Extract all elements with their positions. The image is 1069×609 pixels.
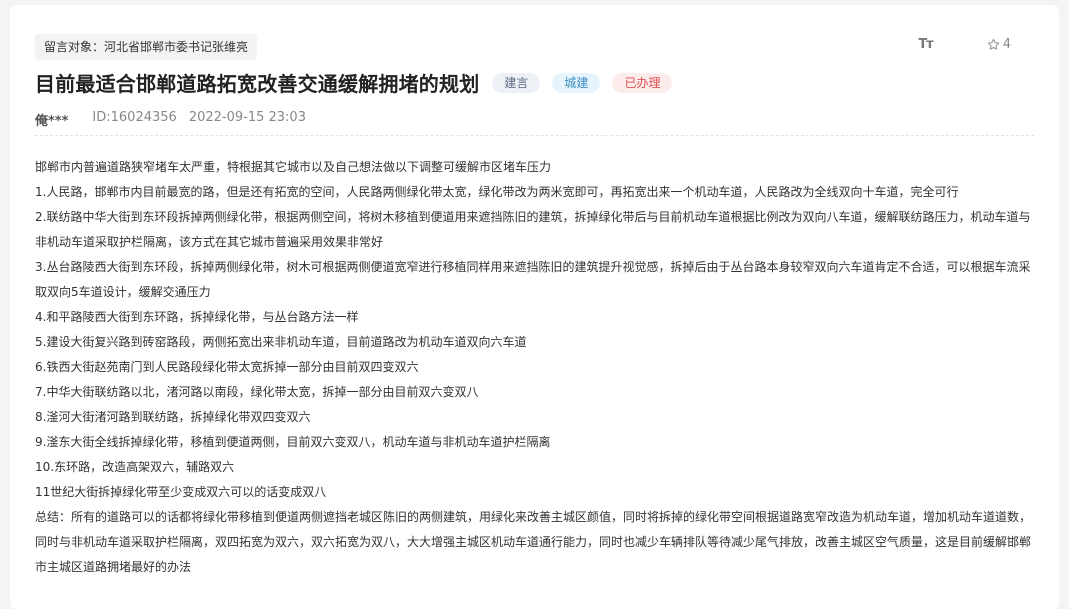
content-paragraph: 11世纪大街拆掉绿化带至少变成双六可以的话变成双八 bbox=[35, 485, 327, 499]
divider bbox=[35, 135, 1034, 136]
content-paragraph: 8.滏河大街渚河路到联纺路，拆掉绿化带双四变双六 bbox=[35, 410, 311, 424]
favorite-button[interactable]: 4 bbox=[987, 37, 1011, 52]
post-title: 目前最适合邯郸道路拓宽改善交通缓解拥堵的规划 bbox=[35, 72, 480, 96]
title-row: 目前最适合邯郸道路拓宽改善交通缓解拥堵的规划 建言 城建 已办理 bbox=[35, 68, 673, 97]
toolbar: Tт 4 bbox=[918, 37, 1011, 52]
post-meta: 俺*** ID:16024356 2022-09-15 23:03 bbox=[35, 110, 306, 129]
content-paragraph: 6.铁西大街赵苑南门到人民路段绿化带太宽拆掉一部分由目前双四变双六 bbox=[35, 360, 419, 374]
message-card: 留言对象：河北省邯郸市委书记张维亮 Tт 4 目前最适合邯郸道路拓宽改善交通缓解… bbox=[10, 5, 1059, 609]
content-paragraph: 5.建设大街复兴路到砖窑路段，两侧拓宽出来非机动车道，目前道路改为机动车道双向六… bbox=[35, 335, 527, 349]
status-badge: 已办理 bbox=[612, 72, 673, 93]
content-paragraph: 1.人民路，邯郸市内目前最宽的路，但是还有拓宽的空间，人民路两侧绿化带太宽，绿化… bbox=[35, 185, 959, 199]
star-icon bbox=[987, 38, 999, 50]
content-paragraph: 10.东环路，改造高架双六，辅路双六 bbox=[35, 460, 235, 474]
content-paragraph: 2.联纺路中华大街到东环段拆掉两侧绿化带，根据两侧空间，将树木移植到便道用来遮挡… bbox=[35, 210, 1031, 249]
font-size-icon[interactable]: Tт bbox=[918, 37, 933, 52]
content-paragraph: 邯郸市内普遍道路狭窄堵车太严重，特根据其它城市以及自己想法做以下调整可缓解市区堵… bbox=[35, 160, 552, 174]
tag-category: 城建 bbox=[552, 72, 601, 93]
content-paragraph: 总结：所有的道路可以的话都将绿化带移植到便道两侧遮挡老城区陈旧的两侧建筑，用绿化… bbox=[35, 510, 1032, 574]
tag-suggestion: 建言 bbox=[492, 72, 541, 93]
post-id: ID:16024356 bbox=[92, 110, 177, 125]
message-target: 留言对象：河北省邯郸市委书记张维亮 bbox=[35, 34, 258, 60]
content-paragraph: 3.丛台路陵西大街到东环段，拆掉两侧绿化带，树木可根据两侧便道宽窄进行移植同样用… bbox=[35, 260, 1031, 299]
post-content: 邯郸市内普遍道路狭窄堵车太严重，特根据其它城市以及自己想法做以下调整可缓解市区堵… bbox=[35, 155, 1040, 580]
author-name: 俺*** bbox=[35, 114, 69, 129]
favorite-count: 4 bbox=[1002, 37, 1011, 52]
content-paragraph: 9.滏东大街全线拆掉绿化带，移植到便道两侧，目前双六变双八，机动车道与非机动车道… bbox=[35, 435, 551, 449]
content-paragraph: 7.中华大街联纺路以北，渚河路以南段，绿化带太宽，拆掉一部分由目前双六变双八 bbox=[35, 385, 479, 399]
post-datetime: 2022-09-15 23:03 bbox=[188, 110, 306, 125]
content-paragraph: 4.和平路陵西大街到东环路，拆掉绿化带，与丛台路方法一样 bbox=[35, 310, 359, 324]
